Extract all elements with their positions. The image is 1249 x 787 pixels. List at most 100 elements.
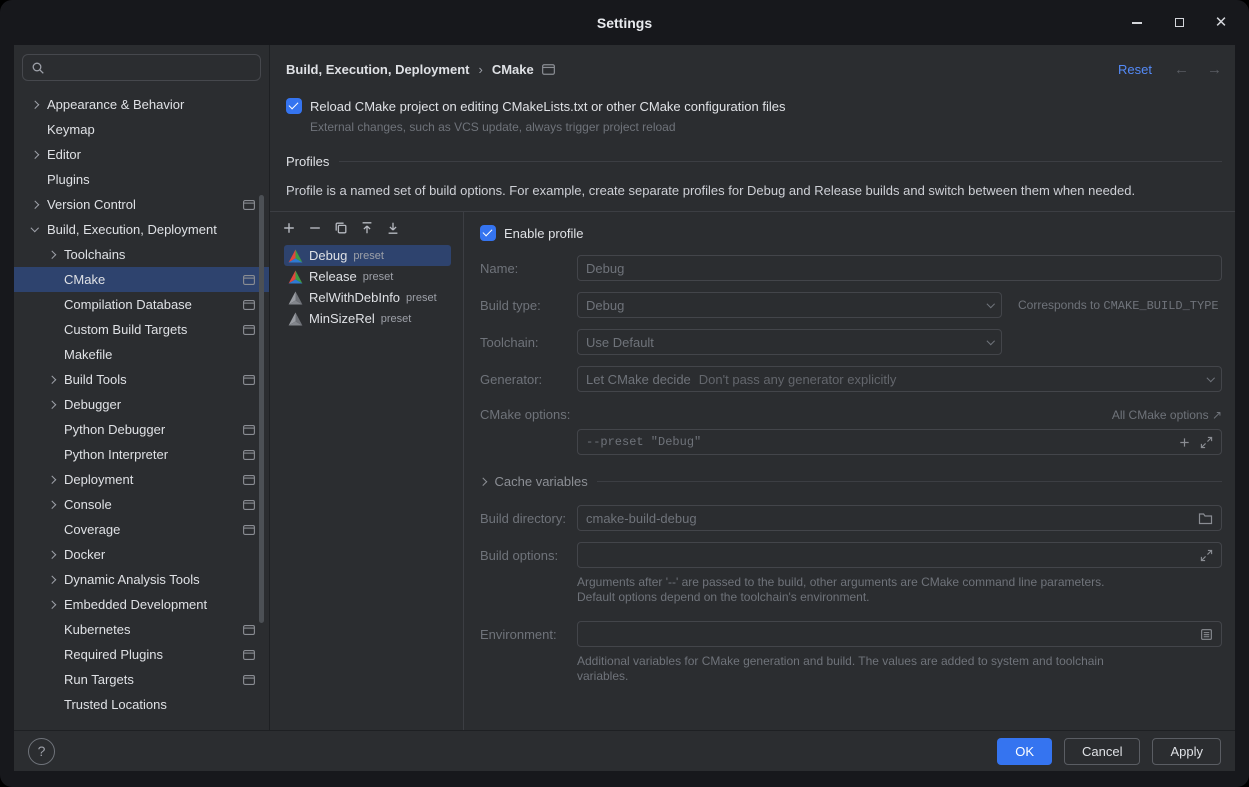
settings-search[interactable] [22,54,261,81]
chevron-right-icon[interactable] [49,252,64,258]
window-title: Settings [597,15,652,31]
move-down-button[interactable] [385,220,401,236]
all-cmake-options-link[interactable]: All CMake options ↗ [1112,408,1222,422]
chevron-right-icon[interactable] [32,152,47,158]
build-options-help: Arguments after '--' are passed to the b… [577,575,1222,605]
sidebar-item-label: Python Debugger [64,422,165,437]
expand-icon[interactable] [1200,549,1213,562]
folder-icon[interactable] [1198,512,1213,525]
sidebar-item-embedded-development[interactable]: Embedded Development [14,592,269,617]
sidebar-item-build-execution-deployment[interactable]: Build, Execution, Deployment [14,217,269,242]
sidebar-item-label: Debugger [64,397,121,412]
profile-item-debug[interactable]: Debugpreset [284,245,451,266]
expand-icon[interactable] [1200,436,1213,449]
sidebar-item-python-debugger[interactable]: Python Debugger [14,417,269,442]
preset-badge: preset [363,271,394,283]
enable-profile-checkbox[interactable] [480,225,496,241]
sidebar-item-required-plugins[interactable]: Required Plugins [14,642,269,667]
apply-button[interactable]: Apply [1152,738,1221,765]
move-up-button[interactable] [359,220,375,236]
sidebar-item-makefile[interactable]: Makefile [14,342,269,367]
build-type-select[interactable]: Debug [577,292,1002,318]
sidebar-item-kubernetes[interactable]: Kubernetes [14,617,269,642]
maximize-button[interactable] [1171,15,1187,31]
add-profile-button[interactable] [281,220,297,236]
build-directory-label: Build directory: [480,511,577,526]
sidebar-item-label: Custom Build Targets [64,322,187,337]
breadcrumb-separator: › [478,62,482,77]
sidebar-item-build-tools[interactable]: Build Tools [14,367,269,392]
sidebar-item-coverage[interactable]: Coverage [14,517,269,542]
sidebar-item-toolchains[interactable]: Toolchains [14,242,269,267]
sidebar-item-custom-build-targets[interactable]: Custom Build Targets [14,317,269,342]
name-row: Name: Debug [480,255,1222,281]
add-icon[interactable] [1178,436,1191,449]
back-arrow-icon[interactable]: ← [1174,61,1189,78]
chevron-right-icon[interactable] [49,402,64,408]
reload-checkbox[interactable] [286,98,302,114]
sidebar-item-keymap[interactable]: Keymap [14,117,269,142]
cache-variables-toggle[interactable]: Cache variables [480,474,1222,489]
ok-button[interactable]: OK [997,738,1052,765]
variables-list-icon[interactable] [1200,628,1213,641]
cancel-button[interactable]: Cancel [1064,738,1140,765]
sidebar-item-plugins[interactable]: Plugins [14,167,269,192]
help-button[interactable]: ? [28,738,55,765]
search-input[interactable] [51,59,252,76]
preset-badge: preset [406,292,437,304]
sidebar-scrollbar[interactable] [259,195,264,623]
sidebar-item-docker[interactable]: Docker [14,542,269,567]
generator-value: Let CMake decide [586,372,691,387]
sidebar-item-label: CMake [64,272,105,287]
sidebar-item-deployment[interactable]: Deployment [14,467,269,492]
sidebar-item-cmake[interactable]: CMake [14,267,269,292]
generator-select[interactable]: Let CMake decide Don't pass any generato… [577,366,1222,392]
remove-profile-button[interactable] [307,220,323,236]
build-options-field[interactable] [577,542,1222,568]
chevron-right-icon[interactable] [49,477,64,483]
titlebar: Settings ✕ [0,0,1249,45]
sidebar-item-debugger[interactable]: Debugger [14,392,269,417]
project-level-icon [243,300,255,310]
profile-item-minsizerel[interactable]: MinSizeRelpreset [284,308,451,329]
chevron-right-icon[interactable] [49,577,64,583]
chevron-down-icon[interactable] [32,228,47,231]
enable-profile-label: Enable profile [504,226,584,241]
search-icon [31,61,45,75]
sidebar-item-trusted-locations[interactable]: Trusted Locations [14,692,269,717]
enable-profile-row: Enable profile [480,225,1222,241]
build-directory-field[interactable]: cmake-build-debug [577,505,1222,531]
sidebar-item-python-interpreter[interactable]: Python Interpreter [14,442,269,467]
sidebar-item-compilation-database[interactable]: Compilation Database [14,292,269,317]
build-directory-row: Build directory: cmake-build-debug [480,505,1222,531]
cmake-logo-icon [288,291,303,305]
name-field[interactable]: Debug [577,255,1222,281]
minimize-button[interactable] [1129,15,1145,31]
profile-item-release[interactable]: Releasepreset [284,266,451,287]
profiles-panel: DebugpresetReleasepresetRelWithDebInfopr… [270,211,1235,730]
environment-field[interactable] [577,621,1222,647]
reset-link[interactable]: Reset [1118,62,1152,77]
forward-arrow-icon[interactable]: → [1207,61,1222,78]
copy-profile-button[interactable] [333,220,349,236]
chevron-right-icon[interactable] [32,102,47,108]
toolchain-select[interactable]: Use Default [577,329,1002,355]
help-line: variables. [577,669,1222,684]
sidebar-item-label: Run Targets [64,672,134,687]
sidebar-item-editor[interactable]: Editor [14,142,269,167]
profile-item-relwithdebinfo[interactable]: RelWithDebInfopreset [284,287,451,308]
close-button[interactable]: ✕ [1213,15,1229,31]
sidebar-item-run-targets[interactable]: Run Targets [14,667,269,692]
chevron-right-icon[interactable] [49,502,64,508]
help-line: Arguments after '--' are passed to the b… [577,575,1222,590]
sidebar-item-label: Docker [64,547,105,562]
chevron-right-icon[interactable] [49,602,64,608]
sidebar-item-appearance-behavior[interactable]: Appearance & Behavior [14,92,269,117]
chevron-right-icon[interactable] [32,202,47,208]
sidebar-item-version-control[interactable]: Version Control [14,192,269,217]
sidebar-item-dynamic-analysis-tools[interactable]: Dynamic Analysis Tools [14,567,269,592]
chevron-right-icon[interactable] [49,377,64,383]
cmake-options-field[interactable]: --preset "Debug" [577,429,1222,455]
sidebar-item-console[interactable]: Console [14,492,269,517]
chevron-right-icon[interactable] [49,552,64,558]
